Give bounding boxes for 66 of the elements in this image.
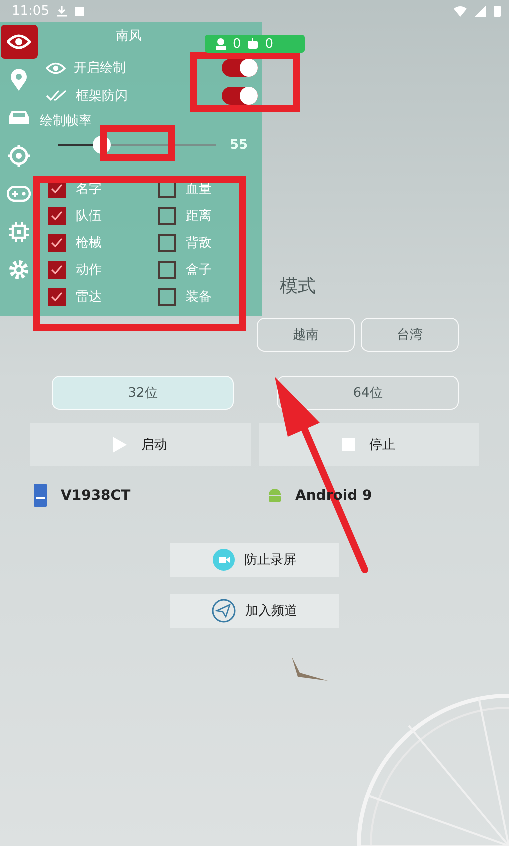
toggle-switch[interactable]	[222, 87, 258, 105]
start-button[interactable]: 启动	[30, 423, 250, 466]
region-button[interactable]: 越南	[257, 318, 355, 352]
stop-button[interactable]: 停止	[258, 423, 479, 466]
stop-icon	[342, 438, 356, 451]
crosshair-icon	[8, 145, 30, 167]
paper-plane-icon	[212, 599, 236, 623]
device-model: V1938CT	[61, 488, 131, 504]
checkbox[interactable]	[158, 180, 176, 198]
android-icon	[268, 488, 282, 504]
checkbox-label: 距离	[186, 208, 212, 225]
arch-button[interactable]: 32位	[52, 376, 234, 410]
menu-title: 南风	[116, 28, 142, 46]
player-icon	[215, 38, 227, 50]
checkbox-label: 装备	[186, 289, 212, 306]
battery-icon	[494, 5, 501, 17]
eye-icon	[46, 62, 66, 74]
checkbox-label: 雷达	[76, 289, 102, 306]
eye-tab[interactable]	[0, 25, 38, 59]
checkbox[interactable]	[158, 207, 176, 225]
checkbox[interactable]	[158, 261, 176, 279]
bot-count: 0	[265, 36, 274, 52]
wifi-icon	[454, 6, 467, 16]
robot-icon	[247, 38, 260, 50]
double-check-icon	[46, 90, 68, 102]
checkbox-label: 枪械	[76, 235, 102, 252]
checkmark-icon	[51, 184, 63, 194]
checkmark-icon	[51, 265, 63, 275]
checkbox[interactable]	[158, 234, 176, 252]
video-camera-icon	[212, 549, 234, 571]
mode-title: 模式	[280, 275, 316, 299]
checkbox[interactable]	[48, 261, 66, 279]
status-time: 11:05	[12, 4, 50, 18]
checkbox-label: 队伍	[76, 208, 102, 225]
phone-icon	[34, 484, 47, 507]
checkbox[interactable]	[48, 207, 66, 225]
slider-value: 55	[230, 138, 248, 152]
join-channel-button[interactable]: 加入频道	[170, 594, 339, 628]
settings-icon	[8, 259, 30, 281]
notification-icon	[75, 6, 84, 16]
checkmark-icon	[51, 292, 63, 302]
slider-label: 绘制帧率	[40, 113, 93, 131]
checkmark-icon	[51, 211, 63, 221]
checkbox-label: 盒子	[186, 262, 212, 279]
signal-icon	[475, 6, 486, 16]
gamepad-icon	[7, 186, 31, 202]
checkbox-label: 名字	[76, 181, 102, 198]
location-pin-icon	[10, 69, 28, 91]
switch-label: 框架防闪	[76, 88, 128, 105]
checkbox[interactable]	[158, 288, 176, 306]
prevent-recording-button[interactable]: 防止录屏	[170, 543, 339, 577]
checkbox-label: 背敌	[186, 235, 212, 252]
toggle-switch[interactable]	[222, 59, 258, 77]
chip-icon	[9, 222, 29, 242]
region-button[interactable]: 台湾	[361, 318, 459, 352]
player-count: 0	[233, 36, 242, 52]
switch-label: 开启绘制	[74, 60, 126, 77]
checkbox[interactable]	[48, 288, 66, 306]
checkmark-icon	[51, 238, 63, 248]
download-icon	[57, 6, 68, 16]
checkbox-label: 动作	[76, 262, 102, 279]
play-icon	[113, 436, 128, 452]
checkbox-label: 血量	[186, 181, 212, 198]
checkbox[interactable]	[48, 234, 66, 252]
car-icon	[8, 110, 30, 126]
eye-icon	[7, 34, 31, 50]
